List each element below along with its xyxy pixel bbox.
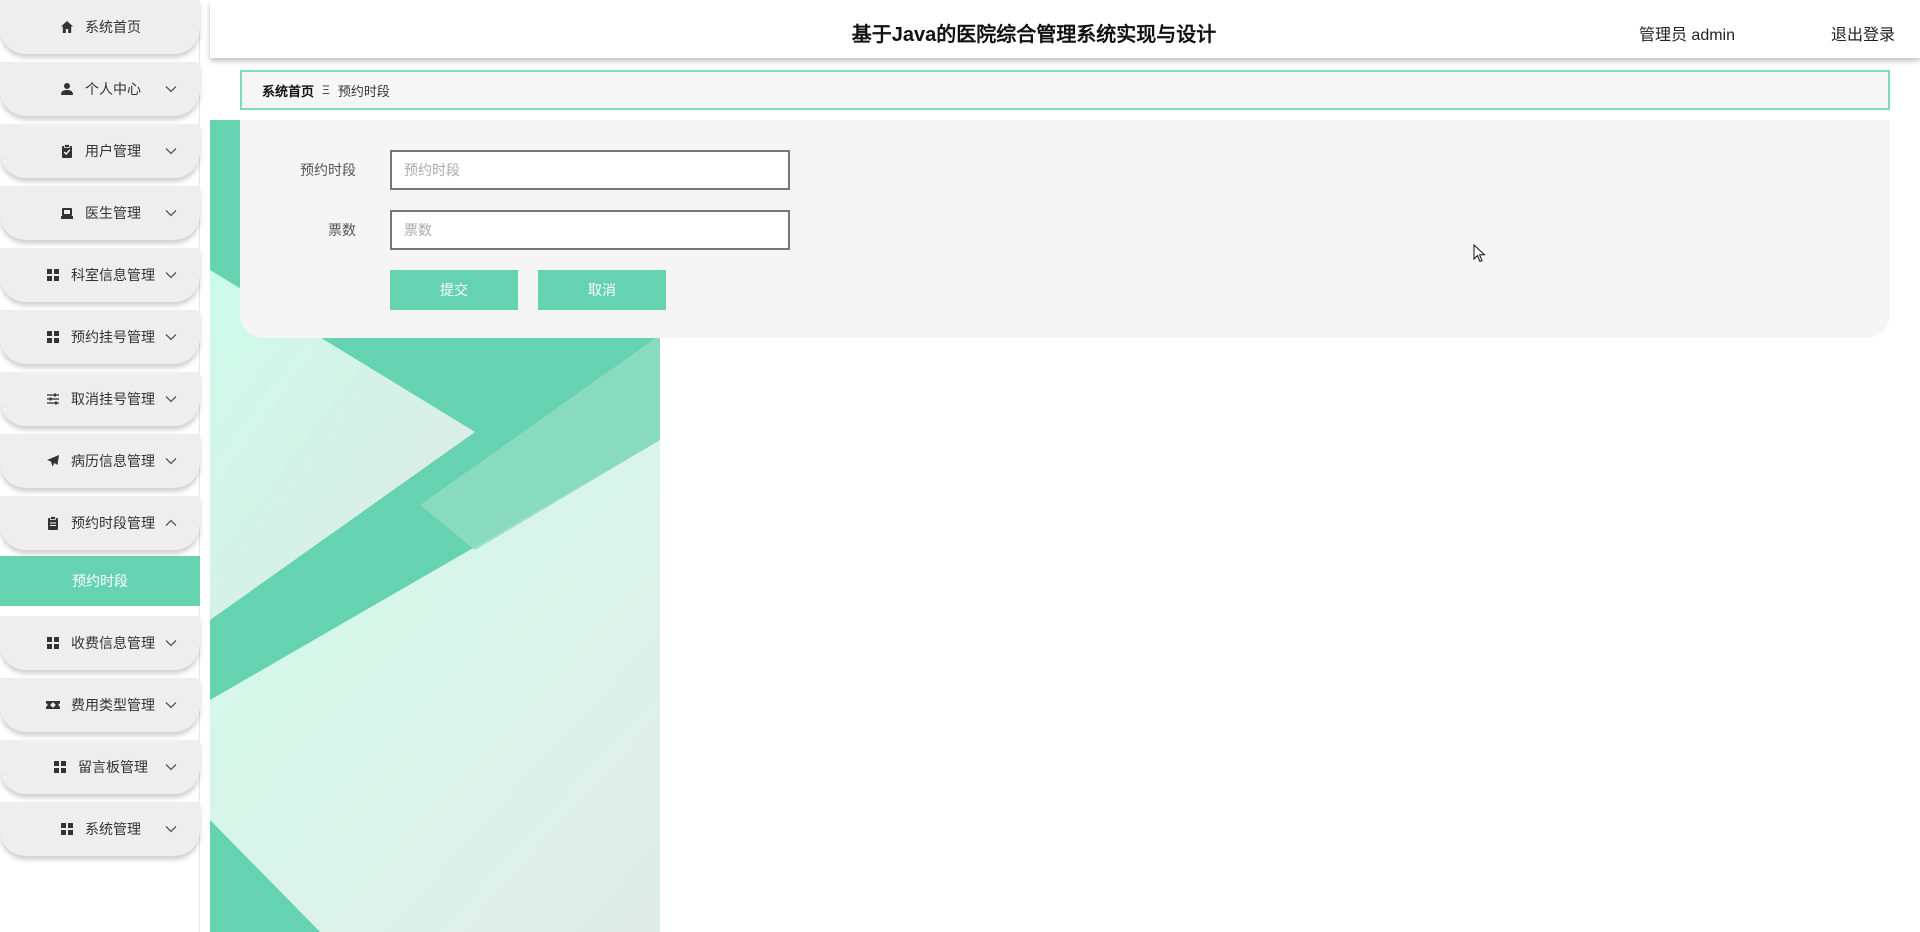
form-card: 预约时段 票数 提交 取消 — [240, 120, 1890, 338]
top-header: 基于Java的医院综合管理系统实现与设计 管理员 admin 退出登录 — [210, 0, 1920, 58]
sidebar-item-time-slot-management[interactable]: 预约时段管理 — [0, 496, 200, 550]
form-row-time-slot: 预约时段 — [240, 150, 790, 190]
ticket-icon — [45, 697, 61, 713]
chevron-down-icon — [164, 268, 178, 282]
sidebar-item-label: 用户管理 — [85, 143, 141, 159]
sidebar-item-appointment-management[interactable]: 预约挂号管理 — [0, 310, 200, 364]
sidebar-item-inner: 预约挂号管理 — [45, 327, 155, 347]
ticket-count-label: 票数 — [328, 222, 356, 238]
sidebar-item-fee-type-management[interactable]: 费用类型管理 — [0, 678, 200, 732]
sidebar-item-inner: 科室信息管理 — [45, 265, 155, 285]
grid-icon — [45, 635, 61, 651]
sidebar-item-label: 医生管理 — [85, 205, 141, 221]
submit-button[interactable]: 提交 — [390, 270, 518, 310]
grid-icon — [45, 329, 61, 345]
sidebar-item-label: 病历信息管理 — [71, 453, 155, 469]
breadcrumb: 系统首页 Ξ 预约时段 — [240, 70, 1890, 110]
chevron-down-icon — [164, 698, 178, 712]
chevron-down-icon — [164, 206, 178, 220]
breadcrumb-current: 预约时段 — [337, 83, 390, 99]
send-icon — [45, 453, 61, 469]
time-slot-label: 预约时段 — [300, 162, 356, 178]
sidebar-item-inner: 医生管理 — [59, 203, 141, 223]
sidebar-item-inner: 费用类型管理 — [45, 695, 155, 715]
breadcrumb-home[interactable]: 系统首页 — [262, 81, 314, 100]
chevron-down-icon — [164, 760, 178, 774]
sidebar-item-inner: 系统首页 — [59, 17, 141, 37]
sidebar-item-medical-record-management[interactable]: 病历信息管理 — [0, 434, 200, 488]
sidebar-item-label: 个人中心 — [85, 81, 141, 97]
logout-link[interactable]: 退出登录 — [1831, 21, 1895, 45]
sidebar-item-label: 收费信息管理 — [71, 635, 155, 651]
grid-icon — [45, 267, 61, 283]
breadcrumb-separator: Ξ — [322, 83, 330, 97]
sidebar-item-label: 预约挂号管理 — [71, 329, 155, 345]
sidebar-item-label: 留言板管理 — [78, 759, 148, 775]
sidebar-item-label: 系统管理 — [85, 821, 141, 837]
sidebar-item-inner: 取消挂号管理 — [45, 389, 155, 409]
app-root: 系统首页 个人中心 用户管理 医生管理 科室信息管理 预约挂号管理 取消挂号管理… — [0, 0, 1920, 932]
form-row-ticket-count: 票数 — [240, 210, 790, 250]
sidebar-item-label: 费用类型管理 — [71, 697, 155, 713]
sidebar-item-message-board-management[interactable]: 留言板管理 — [0, 740, 200, 794]
ticket-count-input[interactable] — [390, 210, 790, 250]
sidebar-item-inner: 收费信息管理 — [45, 633, 155, 653]
chevron-down-icon — [164, 454, 178, 468]
time-slot-input[interactable] — [390, 150, 790, 190]
sidebar-item-inner: 病历信息管理 — [45, 451, 155, 471]
clipboard-icon — [45, 515, 61, 531]
grid-icon — [59, 821, 75, 837]
home-icon — [59, 19, 75, 35]
sidebar-item-personal-center[interactable]: 个人中心 — [0, 62, 200, 116]
user-icon — [59, 81, 75, 97]
sidebar-item-label: 科室信息管理 — [71, 267, 155, 283]
chevron-down-icon — [164, 82, 178, 96]
chevron-down-icon — [164, 822, 178, 836]
sidebar-item-inner: 个人中心 — [59, 79, 141, 99]
sidebar-item-department-management[interactable]: 科室信息管理 — [0, 248, 200, 302]
grid-icon — [52, 759, 68, 775]
chevron-down-icon — [164, 392, 178, 406]
chevron-down-icon — [164, 636, 178, 650]
sidebar-item-label: 取消挂号管理 — [71, 391, 155, 407]
sidebar-item-fee-management[interactable]: 收费信息管理 — [0, 616, 200, 670]
mouse-cursor-icon — [1473, 243, 1487, 264]
sidebar-item-label: 系统首页 — [85, 19, 141, 35]
sidebar-item-label: 预约时段管理 — [71, 515, 155, 531]
sidebar-item-home[interactable]: 系统首页 — [0, 0, 200, 54]
sidebar-item-inner: 系统管理 — [59, 819, 141, 839]
sidebar-subitem-time-slot[interactable]: 预约时段 — [0, 556, 200, 606]
sidebar-item-inner: 用户管理 — [59, 141, 141, 161]
sidebar-item-system-management[interactable]: 系统管理 — [0, 802, 200, 856]
sidebar-item-doctor-management[interactable]: 医生管理 — [0, 186, 200, 240]
briefcase-icon — [59, 205, 75, 221]
sliders-icon — [45, 391, 61, 407]
current-user: 管理员 admin — [1638, 27, 1735, 44]
sidebar-item-inner: 预约时段管理 — [45, 513, 155, 533]
sidebar-item-user-management[interactable]: 用户管理 — [0, 124, 200, 178]
sidebar-item-cancel-appointment-management[interactable]: 取消挂号管理 — [0, 372, 200, 426]
sidebar-item-inner: 留言板管理 — [52, 757, 148, 777]
cancel-button[interactable]: 取消 — [538, 270, 666, 310]
chevron-up-icon — [164, 516, 178, 530]
sidebar: 系统首页 个人中心 用户管理 医生管理 科室信息管理 预约挂号管理 取消挂号管理… — [0, 0, 200, 932]
chevron-down-icon — [164, 144, 178, 158]
clipboard-check-icon — [59, 143, 75, 159]
chevron-down-icon — [164, 330, 178, 344]
